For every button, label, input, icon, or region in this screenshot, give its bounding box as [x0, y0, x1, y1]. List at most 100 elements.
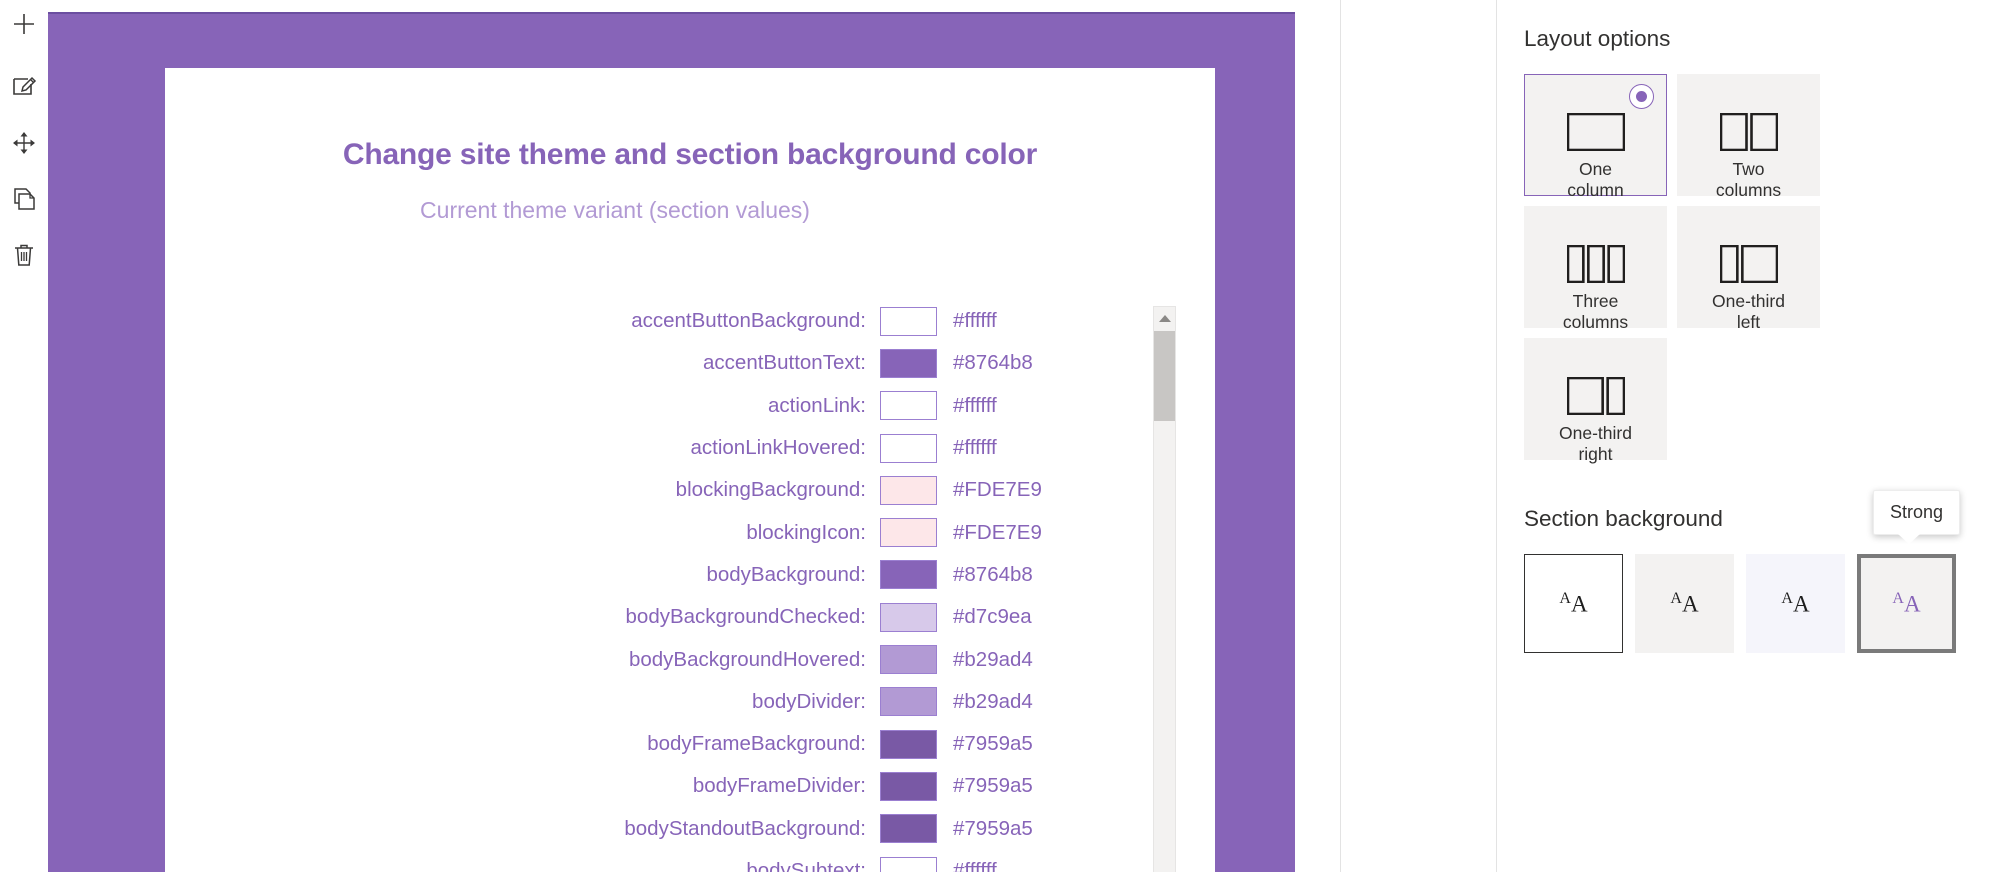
section-background-option-soft[interactable]: AA: [1746, 554, 1845, 653]
add-section-button[interactable]: [0, 0, 48, 48]
theme-token-swatch: [880, 856, 937, 872]
theme-token-hex: #8764b8: [953, 351, 1033, 375]
theme-token-swatch: [880, 645, 937, 675]
layout-option-two-columns[interactable]: Two columns: [1677, 74, 1820, 200]
layout-option-label-line1: One: [1578, 159, 1613, 179]
theme-token-hex: #ffffff: [953, 393, 997, 417]
scroll-up-arrow[interactable]: [1154, 307, 1175, 329]
theme-token-row: bodyDivider: #b29ad4: [165, 681, 1215, 723]
theme-token-swatch: [880, 475, 937, 505]
page-title: Change site theme and section background…: [342, 138, 1038, 171]
edit-section-button[interactable]: [0, 63, 48, 111]
layout-option-label: Three columns: [1536, 291, 1656, 332]
plus-icon: [11, 11, 37, 37]
theme-token-row: bodyBackgroundChecked: #d7c9ea: [165, 596, 1215, 638]
layout-option-label: One-third left: [1689, 291, 1809, 332]
layout-option-one-column[interactable]: One column: [1524, 74, 1667, 200]
layout-option-label-line1: One-third: [1559, 423, 1632, 443]
duplicate-section-button[interactable]: [0, 175, 48, 223]
aa-text-icon: AA: [1559, 590, 1588, 617]
layout-option-one-third-right[interactable]: One-third right: [1524, 338, 1667, 464]
trash-icon: [11, 242, 37, 268]
layout-option-label: One-third right: [1536, 423, 1656, 464]
section-properties-pane: Layout options One column Two columns Three c…: [1497, 0, 1994, 872]
theme-token-swatch: [880, 687, 937, 717]
theme-token-hex: #7959a5: [953, 732, 1033, 756]
move-section-button[interactable]: [0, 119, 48, 167]
webpart-scrollbar[interactable]: [1153, 306, 1176, 872]
layout-option-label-line2: columns: [1562, 311, 1629, 332]
layout-option-one-third-left[interactable]: One-third left: [1677, 206, 1820, 332]
divider-left: [1340, 0, 1341, 872]
layout-option-label: Two columns: [1689, 159, 1809, 200]
theme-token-swatch: [880, 518, 937, 548]
layout-option-label-line1: One-third: [1712, 291, 1785, 311]
theme-token-row: accentButtonBackground: #ffffff: [165, 300, 1215, 342]
theme-token-row: blockingIcon: #FDE7E9: [165, 511, 1215, 553]
theme-token-label: blockingBackground:: [675, 478, 866, 502]
layout-columns-icon: [1719, 245, 1778, 283]
theme-token-row: bodyStandoutBackground: #7959a5: [165, 808, 1215, 850]
theme-token-label: actionLink:: [767, 393, 866, 417]
theme-token-label: accentButtonText:: [703, 351, 866, 375]
theme-token-row: actionLinkHovered: #ffffff: [165, 427, 1215, 469]
theme-token-hex: #8764b8: [953, 562, 1033, 586]
layout-option-label-line1: Two: [1732, 159, 1765, 179]
layout-columns-icon: [1566, 245, 1625, 283]
duplicate-copy-icon: [11, 186, 37, 212]
layout-options-heading: Layout options: [1524, 26, 1671, 51]
theme-token-row: bodySubtext: #ffffff: [165, 850, 1215, 872]
theme-token-row: blockingBackground: #FDE7E9: [165, 469, 1215, 511]
theme-token-hex: #ffffff: [953, 436, 997, 460]
layout-option-label-line2: left: [1736, 311, 1761, 332]
layout-option-label-line1: Three: [1572, 291, 1619, 311]
section-background-option-strong[interactable]: AA: [1857, 554, 1956, 653]
theme-token-list: accentButtonBackground: #ffffff accentButt…: [165, 300, 1215, 872]
page-canvas: Change site theme and section background…: [48, 0, 1340, 872]
layout-columns-icon: [1719, 113, 1778, 151]
section-toolbar: [0, 0, 48, 872]
tooltip-strong: Strong: [1873, 490, 1961, 544]
scrollbar-thumb[interactable]: [1154, 331, 1175, 421]
layout-columns-icon: [1566, 113, 1625, 151]
theme-token-label: bodyBackground:: [706, 562, 866, 586]
theme-token-label: actionLinkHovered:: [690, 436, 867, 460]
theme-token-row: bodyBackground: #8764b8: [165, 554, 1215, 596]
section-content-area: Change site theme and section background…: [165, 68, 1215, 872]
theme-token-label: bodyDivider:: [752, 689, 866, 713]
theme-token-label: bodyBackgroundHovered:: [628, 647, 866, 671]
theme-token-swatch: [880, 306, 937, 336]
layout-option-label-line2: right: [1578, 443, 1613, 464]
layout-columns-icon: [1566, 377, 1625, 415]
layout-option-label: One column: [1536, 159, 1656, 200]
section-background-band[interactable]: Change site theme and section background…: [48, 12, 1295, 872]
theme-token-row: accentButtonText: #8764b8: [165, 342, 1215, 384]
section-background-option-neutral[interactable]: AA: [1635, 554, 1734, 653]
move-arrows-icon: [11, 130, 37, 156]
theme-token-hex: #FDE7E9: [953, 478, 1042, 502]
theme-token-swatch: [880, 602, 937, 632]
section-background-option-none[interactable]: AA: [1524, 554, 1623, 653]
page-root: Change site theme and section background…: [0, 0, 1994, 872]
aa-text-icon: AA: [1781, 590, 1810, 617]
radio-selected-icon[interactable]: [1629, 84, 1654, 109]
theme-token-label: bodyFrameDivider:: [692, 774, 866, 798]
theme-variant-webpart[interactable]: Change site theme and section background…: [165, 68, 1215, 872]
theme-token-swatch: [880, 348, 937, 378]
theme-token-hex: #FDE7E9: [953, 520, 1042, 544]
theme-token-swatch: [880, 771, 937, 801]
theme-token-hex: #ffffff: [953, 309, 997, 333]
theme-token-swatch: [880, 729, 937, 759]
delete-section-button[interactable]: [0, 231, 48, 279]
section-background-option-inner: AA: [1861, 558, 1952, 649]
theme-token-row: bodyFrameBackground: #7959a5: [165, 723, 1215, 765]
theme-token-swatch: [880, 433, 937, 463]
theme-token-label: bodyFrameBackground:: [647, 732, 866, 756]
edit-pencil-icon: [11, 74, 37, 100]
theme-token-row: bodyFrameDivider: #7959a5: [165, 765, 1215, 807]
theme-token-hex: #b29ad4: [953, 689, 1033, 713]
layout-option-three-columns[interactable]: Three columns: [1524, 206, 1667, 332]
theme-token-label: accentButtonBackground:: [631, 309, 866, 333]
theme-token-hex: #7959a5: [953, 816, 1033, 840]
theme-token-hex: #7959a5: [953, 774, 1033, 798]
